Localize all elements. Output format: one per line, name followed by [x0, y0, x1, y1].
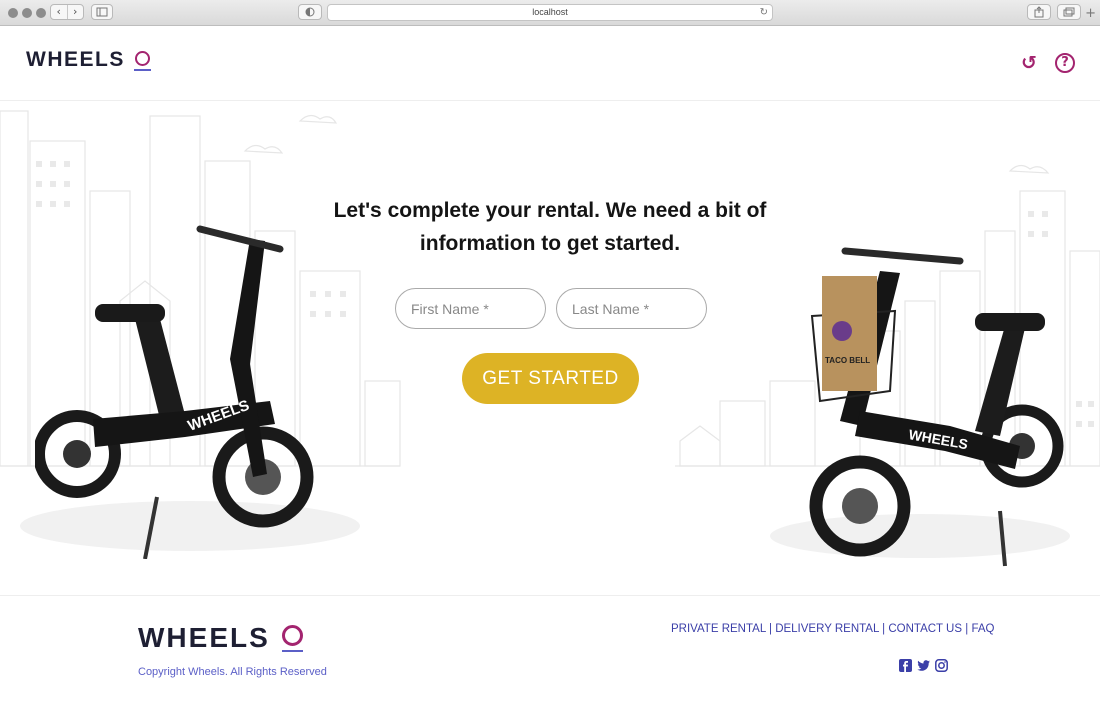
back-icon[interactable]: ‹: [51, 5, 68, 19]
link-separator: |: [878, 623, 889, 635]
delivery-rental-link[interactable]: DELIVERY RENTAL: [775, 623, 879, 635]
last-name-field[interactable]: [556, 288, 707, 329]
browser-toolbar: ‹ › localhost ↻ +: [0, 0, 1100, 26]
share-icon[interactable]: [1027, 4, 1051, 20]
facebook-icon[interactable]: [899, 659, 912, 672]
logo-ring-icon: [133, 50, 151, 71]
url-text: localhost: [532, 7, 568, 17]
faq-link[interactable]: FAQ: [971, 623, 994, 635]
contact-us-link[interactable]: CONTACT US: [888, 623, 962, 635]
footer-links: PRIVATE RENTAL | DELIVERY RENTAL | CONTA…: [671, 623, 994, 635]
new-tab-icon[interactable]: +: [1085, 6, 1096, 21]
close-window-dot[interactable]: [8, 8, 18, 18]
link-separator: |: [765, 623, 776, 635]
left-bike-image: WHEELS: [35, 225, 314, 559]
history-nav: ‹ ›: [50, 4, 84, 20]
twitter-icon[interactable]: [917, 659, 930, 672]
get-started-button[interactable]: GET STARTED: [462, 353, 639, 404]
page-title: Let's complete your rental. We need a bi…: [333, 199, 767, 255]
sidebar-toggle-icon[interactable]: [91, 4, 113, 20]
site-header: WHEELS ↺ ?: [0, 26, 1100, 101]
help-icon[interactable]: ?: [1055, 53, 1075, 73]
right-bike-image: TACO BELL WHEELS: [809, 247, 1064, 567]
address-bar[interactable]: localhost ↻: [327, 4, 773, 21]
reload-icon[interactable]: ↻: [760, 5, 768, 20]
zoom-window-dot[interactable]: [36, 8, 46, 18]
instagram-icon[interactable]: [935, 659, 948, 672]
minimize-window-dot[interactable]: [22, 8, 32, 18]
footer-logo[interactable]: WHEELS: [138, 622, 303, 654]
header-logo[interactable]: WHEELS: [26, 48, 151, 72]
footer-logo-wordmark: WHEELS: [138, 622, 270, 653]
logo-wordmark: WHEELS: [26, 48, 125, 71]
copyright-text: Copyright Wheels. All Rights Reserved: [138, 666, 327, 678]
footer-logo-ring-icon: [281, 624, 303, 652]
first-name-field[interactable]: [395, 288, 546, 329]
forward-icon[interactable]: ›: [68, 5, 84, 19]
site-footer: WHEELS Copyright Wheels. All Rights Rese…: [0, 595, 1100, 704]
undo-icon[interactable]: ↺: [1021, 53, 1041, 73]
private-rental-link[interactable]: PRIVATE RENTAL: [671, 623, 766, 635]
tabs-overview-icon[interactable]: [1057, 4, 1081, 20]
hero-section: WHEELS TACO BELL WHEELS Let's complete y…: [0, 101, 1100, 595]
reader-mode-icon[interactable]: [298, 4, 322, 20]
basket-label: TACO BELL: [825, 356, 870, 365]
